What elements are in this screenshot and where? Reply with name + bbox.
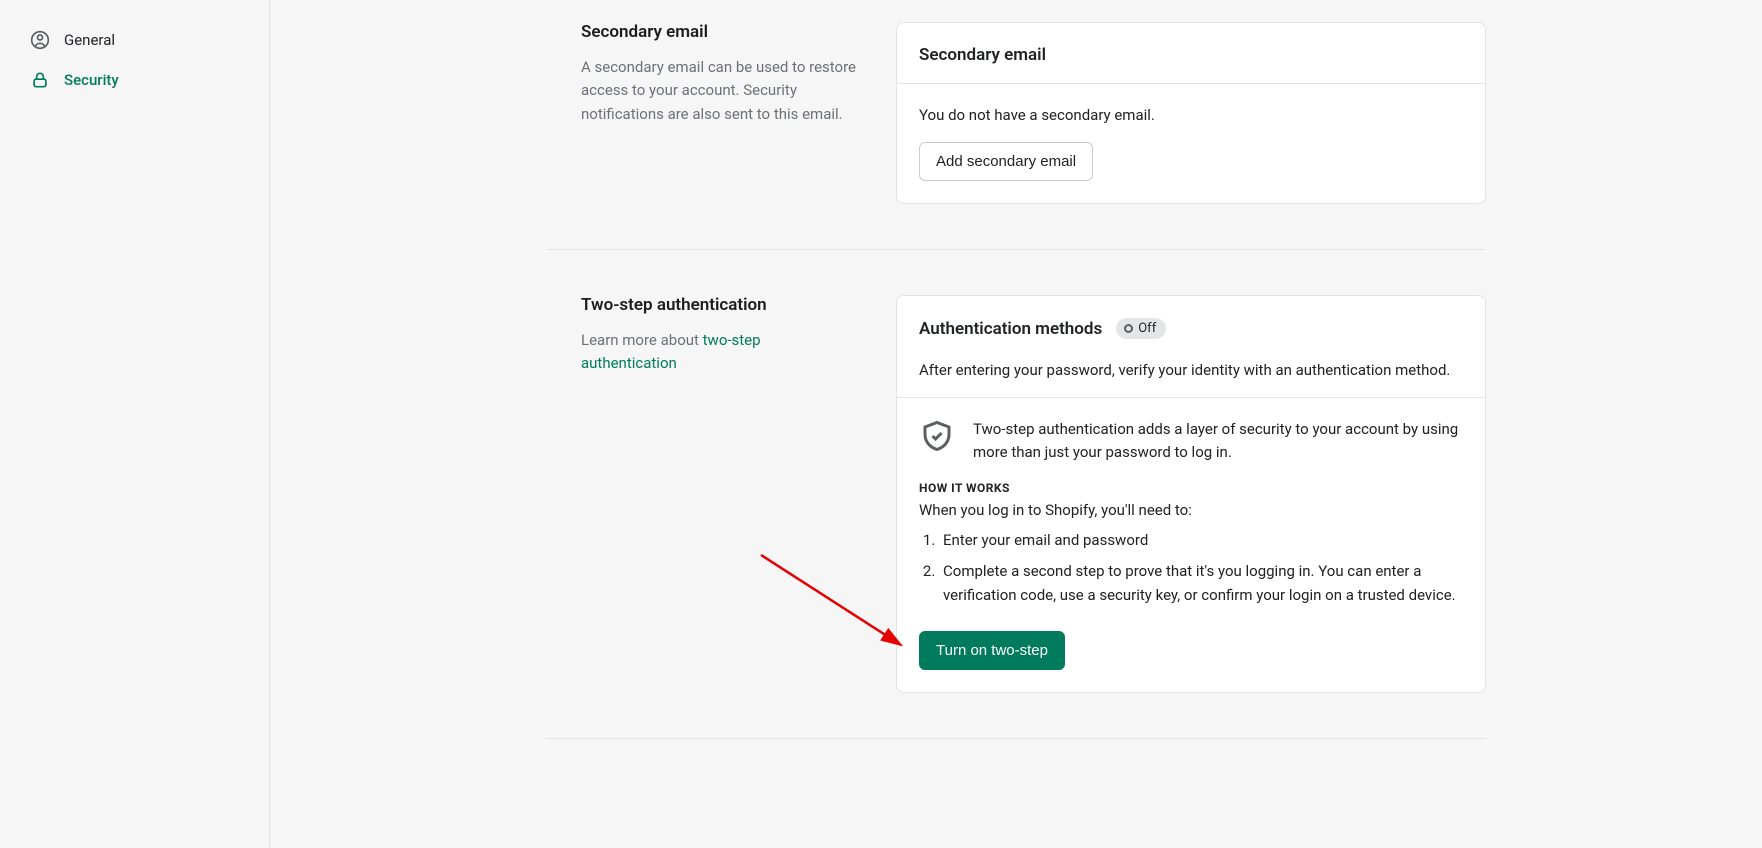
step-item: Enter your email and password [939,529,1463,552]
card-subtext: After entering your password, verify you… [919,361,1463,379]
status-dot-icon [1124,324,1133,333]
section-desc: Two-step authentication Learn more about… [546,295,856,693]
sidebar-item-general[interactable]: General [0,20,269,60]
sidebar-item-label: Security [64,71,119,89]
settings-sidebar: General Security [0,0,270,848]
how-it-works-label: HOW IT WORKS [897,471,1485,501]
learn-prefix: Learn more about [581,331,703,349]
auth-methods-card: Authentication methods Off After enterin… [896,295,1486,693]
shield-check-icon [919,418,957,463]
empty-state-text: You do not have a secondary email. [919,106,1463,124]
section-subtitle: A secondary email can be used to restore… [581,56,856,126]
how-it-works-steps: Enter your email and password Complete a… [897,529,1485,607]
sidebar-item-security[interactable]: Security [0,60,269,100]
lock-icon [30,70,50,90]
secondary-email-card: Secondary email You do not have a second… [896,22,1486,204]
status-label: Off [1138,321,1156,336]
section-title: Secondary email [581,22,856,42]
section-title: Two-step authentication [581,295,856,315]
section-divider [546,738,1486,739]
page-layout: General Security Secondary email A secon… [0,0,1762,848]
card-title: Secondary email [919,45,1046,65]
sidebar-item-label: General [64,31,115,49]
shield-text: Two-step authentication adds a layer of … [973,418,1463,463]
section-two-step: Two-step authentication Learn more about… [546,249,1486,738]
cta-row: Turn on two-step [897,615,1485,692]
how-it-works-intro: When you log in to Shopify, you'll need … [897,501,1485,529]
section-secondary-email: Secondary email A secondary email can be… [546,22,1486,249]
card-body: You do not have a secondary email. Add s… [897,84,1485,203]
add-secondary-email-button[interactable]: Add secondary email [919,142,1093,181]
shield-info-row: Two-step authentication adds a layer of … [897,398,1485,471]
user-circle-icon [30,30,50,50]
section-desc: Secondary email A secondary email can be… [546,22,856,204]
card-header: Authentication methods Off After enterin… [897,296,1485,398]
status-badge: Off [1116,318,1166,339]
settings-content: Secondary email A secondary email can be… [546,0,1486,848]
card-title: Authentication methods [919,319,1102,339]
turn-on-two-step-button[interactable]: Turn on two-step [919,631,1065,670]
card-header: Secondary email [897,23,1485,84]
section-subtitle: Learn more about two-step authentication [581,329,856,376]
step-item: Complete a second step to prove that it'… [939,560,1463,607]
